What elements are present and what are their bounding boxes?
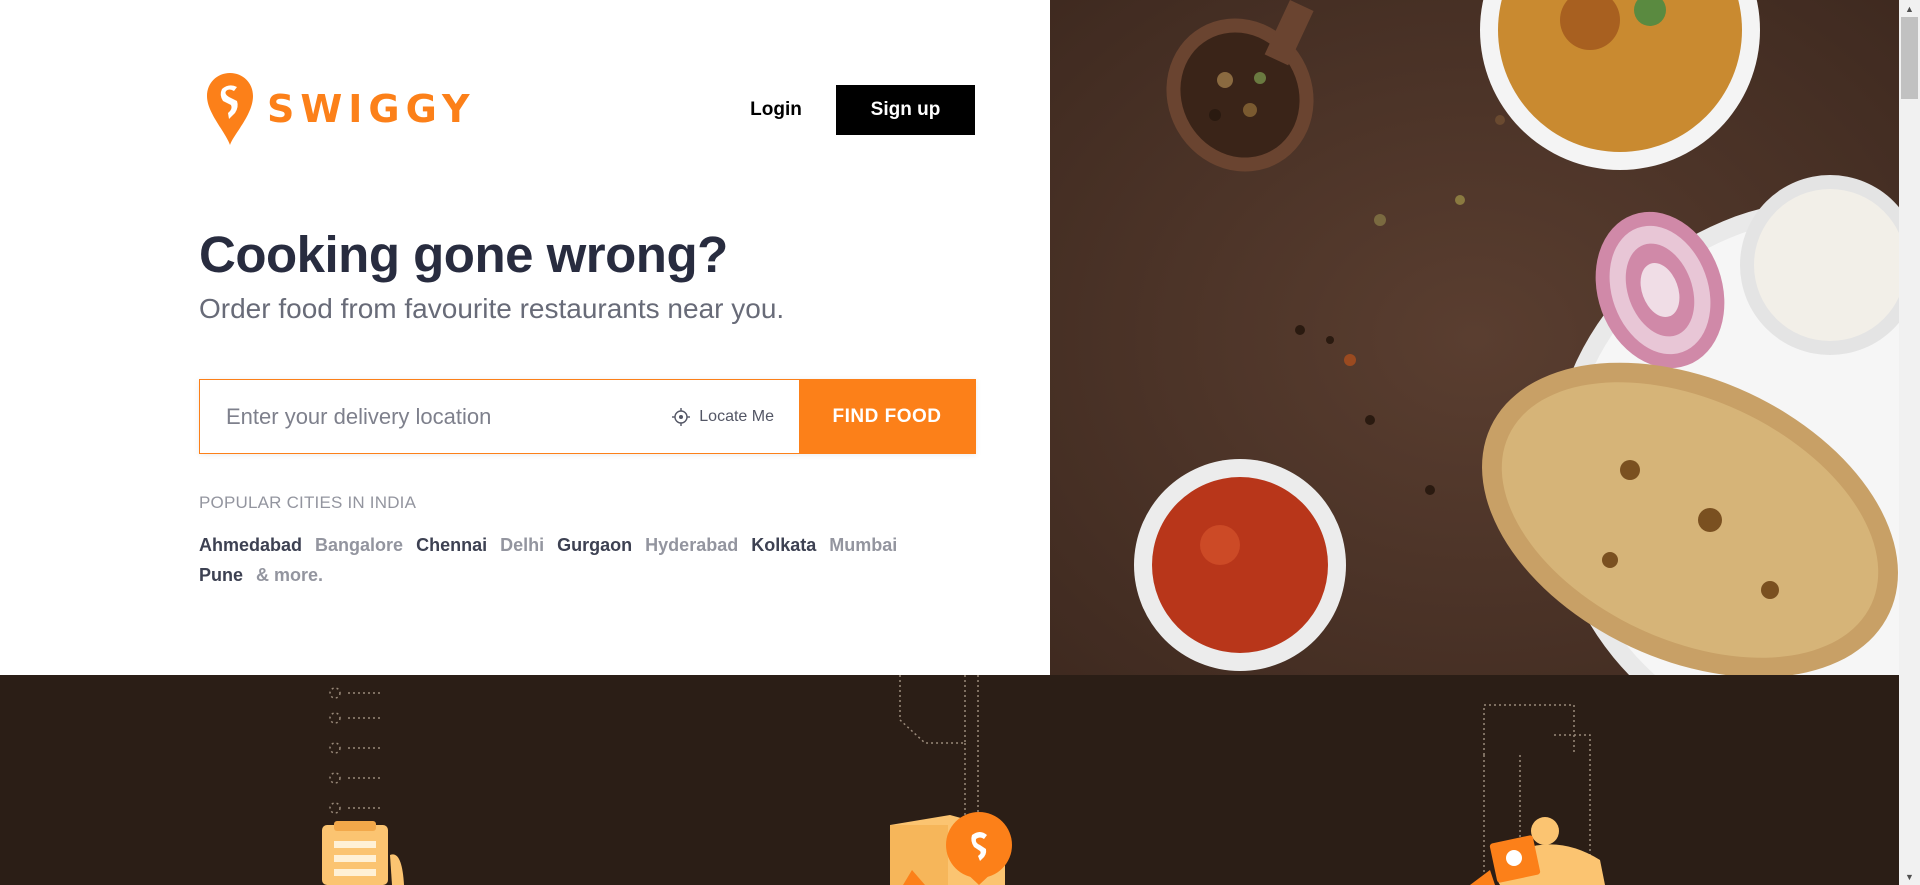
locate-me-label: Locate Me	[699, 407, 774, 425]
city-link[interactable]: Chennai	[416, 535, 487, 555]
location-search-box: Locate Me FIND FOOD	[199, 379, 976, 454]
more-cities-link[interactable]: & more.	[256, 565, 323, 585]
scroll-thumb[interactable]	[1901, 17, 1918, 99]
locate-icon	[672, 407, 691, 426]
city-link[interactable]: Ahmedabad	[199, 535, 302, 555]
city-link[interactable]: Mumbai	[829, 535, 897, 555]
features-illustrations	[322, 675, 1605, 885]
hero-headline: Cooking gone wrong?	[199, 226, 728, 283]
delivery-location-input[interactable]	[200, 380, 672, 453]
city-link[interactable]: Gurgaon	[557, 535, 632, 555]
popular-cities-label: POPULAR CITIES IN INDIA	[199, 493, 417, 512]
brand-name: SWIGGY	[267, 87, 476, 131]
page-scrollbar[interactable]: ▲ ▼	[1899, 0, 1920, 885]
city-link[interactable]: Bangalore	[315, 535, 403, 555]
scroll-down-icon[interactable]: ▼	[1899, 868, 1920, 885]
find-food-button[interactable]: FIND FOOD	[799, 380, 975, 453]
hero-subhead: Order food from favourite restaurants ne…	[199, 293, 785, 324]
city-link[interactable]: Hyderabad	[645, 535, 738, 555]
city-link[interactable]: Delhi	[500, 535, 544, 555]
popular-cities-list: Ahmedabad Bangalore Chennai Delhi Gurgao…	[199, 530, 919, 590]
swiggy-logo[interactable]: SWIGGY	[207, 73, 475, 145]
hero-section: SWIGGY Login Sign up Cooking gone wrong?…	[0, 0, 1050, 675]
features-band	[0, 675, 1899, 885]
swiggy-logo-icon	[207, 73, 253, 145]
locate-me-button[interactable]: Locate Me	[671, 380, 799, 453]
hero-food-image	[1050, 0, 1899, 675]
city-link[interactable]: Pune	[199, 565, 243, 585]
signup-button[interactable]: Sign up	[836, 85, 975, 135]
food-illustration	[1050, 0, 1899, 675]
scroll-up-icon[interactable]: ▲	[1899, 0, 1920, 17]
login-link[interactable]: Login	[734, 85, 818, 135]
city-link[interactable]: Kolkata	[751, 535, 816, 555]
